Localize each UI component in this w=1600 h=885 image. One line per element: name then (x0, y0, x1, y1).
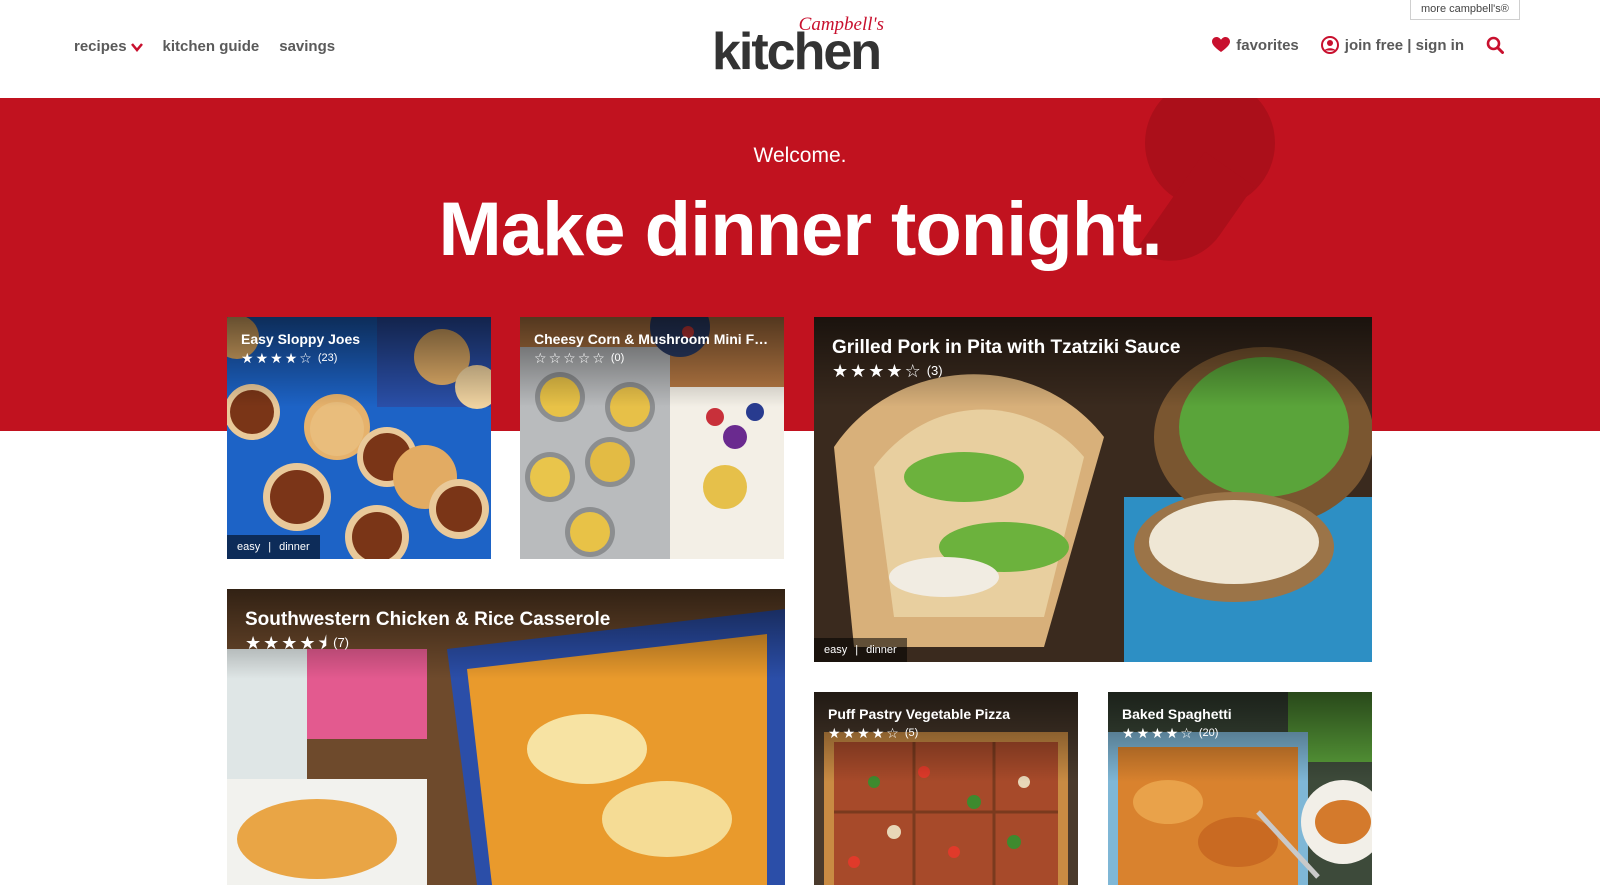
recipe-rating: ★ ★ ★ ★ ☆ (5) (828, 726, 918, 740)
star-full-icon: ★ (886, 360, 903, 381)
recipe-card-cheesy-corn-frittatas[interactable]: Cheesy Corn & Mushroom Mini Fritt... ☆ ☆ ☆… (520, 317, 784, 559)
search-button[interactable] (1486, 36, 1504, 54)
recipe-rating: ☆ ☆ ☆ ☆ ☆ (0) (534, 351, 624, 365)
rating-count: (23) (317, 352, 338, 364)
favorites-label: favorites (1236, 36, 1299, 54)
rating-count: (3) (926, 363, 943, 378)
star-half-icon: ⯨ (317, 632, 328, 653)
search-icon (1486, 36, 1504, 54)
rating-count: (5) (904, 727, 919, 739)
nav-kitchen-guide[interactable]: kitchen guide (163, 38, 260, 55)
recipe-title: Puff Pastry Vegetable Pizza (828, 706, 1011, 722)
star-full-icon: ★ (850, 360, 867, 381)
nav-recipes-label: recipes (74, 38, 127, 55)
tag-separator: | (268, 541, 272, 553)
nav-recipes[interactable]: recipes (74, 38, 143, 55)
star-empty-icon: ☆ (1180, 725, 1193, 741)
recipe-title: Cheesy Corn & Mushroom Mini Fritt... (534, 331, 770, 347)
recipe-rating: ★ ★ ★ ★ ☆ (3) (832, 360, 943, 381)
campbells-kitchen-logo[interactable]: Campbell's kitchen (712, 14, 892, 81)
star-full-icon: ★ (1136, 725, 1150, 741)
star-full-icon: ★ (871, 725, 885, 741)
tag[interactable]: dinner (279, 541, 310, 553)
star-full-icon: ★ (842, 725, 856, 741)
site-header: more campbell's® recipes kitchen guide s… (0, 0, 1600, 98)
star-full-icon: ★ (1122, 725, 1135, 741)
star-full-icon: ★ (281, 632, 298, 653)
star-full-icon: ★ (828, 725, 841, 741)
account-label: join free | sign in (1344, 36, 1464, 54)
recipe-card-southwestern-casserole[interactable]: Southwestern Chicken & Rice Casserole ★ ★… (227, 589, 785, 885)
recipe-card-baked-spaghetti[interactable]: Baked Spaghetti ★ ★ ★ ★ ☆ (20) (1108, 692, 1372, 885)
favorites-link[interactable]: favorites (1212, 37, 1299, 54)
tag[interactable]: easy (824, 644, 847, 656)
star-full-icon: ★ (255, 350, 269, 366)
recipe-tags: easy | dinner (814, 638, 907, 662)
star-empty-icon: ☆ (904, 360, 921, 381)
star-full-icon: ★ (299, 632, 316, 653)
recipe-title: Grilled Pork in Pita with Tzatziki Sauce (832, 337, 1181, 358)
star-empty-icon: ☆ (886, 725, 899, 741)
primary-nav: recipes kitchen guide savings (74, 38, 335, 55)
star-empty-icon: ☆ (534, 350, 547, 366)
star-full-icon: ★ (1151, 725, 1164, 741)
star-full-icon: ★ (270, 350, 283, 366)
recipe-rating: ★ ★ ★ ★ ☆ (20) (1122, 726, 1218, 740)
recipe-title: Southwestern Chicken & Rice Casserole (245, 609, 611, 630)
more-brands-link[interactable]: more campbell's® (1410, 0, 1520, 20)
rating-count: (0) (610, 352, 625, 364)
nav-savings[interactable]: savings (279, 38, 335, 55)
recipe-card-grilled-pork-pita[interactable]: Grilled Pork in Pita with Tzatziki Sauce… (814, 317, 1372, 662)
recipe-card-easy-sloppy-joes[interactable]: Easy Sloppy Joes ★ ★ ★ ★ ☆ (23) easy | dinner (227, 317, 491, 559)
recipe-rating: ★ ★ ★ ★ ☆ (23) (241, 351, 337, 365)
rating-count: (7) (333, 635, 349, 650)
chevron-down-icon (130, 42, 143, 52)
star-full-icon: ★ (857, 725, 870, 741)
star-full-icon: ★ (832, 360, 849, 381)
hero-headline: Make dinner tonight. (438, 187, 1162, 272)
account-link[interactable]: join free | sign in (1320, 36, 1464, 54)
star-full-icon: ★ (241, 350, 254, 366)
star-full-icon: ★ (1165, 725, 1179, 741)
star-full-icon: ★ (245, 632, 262, 653)
recipe-title: Baked Spaghetti (1122, 706, 1232, 722)
star-empty-icon: ☆ (563, 350, 576, 366)
recipe-title: Easy Sloppy Joes (241, 331, 361, 347)
star-full-icon: ★ (284, 350, 298, 366)
account-nav: favorites join free | sign in (1212, 36, 1504, 54)
tag[interactable]: dinner (866, 644, 897, 656)
star-empty-icon: ☆ (592, 350, 605, 366)
star-full-icon: ★ (868, 360, 885, 381)
hero-welcome: Welcome. (753, 144, 847, 167)
recipe-rating: ★ ★ ★ ★ ⯨ (7) (245, 632, 349, 653)
tag-separator: | (855, 644, 859, 656)
recipe-card-puff-pastry-pizza[interactable]: Puff Pastry Vegetable Pizza ★ ★ ★ ★ ☆ (5) (814, 692, 1078, 885)
logo-word: kitchen (712, 23, 882, 81)
recipe-tags: easy | dinner (227, 535, 320, 559)
user-icon (1320, 36, 1339, 54)
heart-icon (1212, 37, 1231, 53)
star-empty-icon: ☆ (299, 350, 312, 366)
rating-count: (20) (1198, 727, 1219, 739)
star-empty-icon: ☆ (548, 350, 562, 366)
tag[interactable]: easy (237, 541, 260, 553)
star-empty-icon: ☆ (577, 350, 591, 366)
star-full-icon: ★ (263, 632, 280, 653)
